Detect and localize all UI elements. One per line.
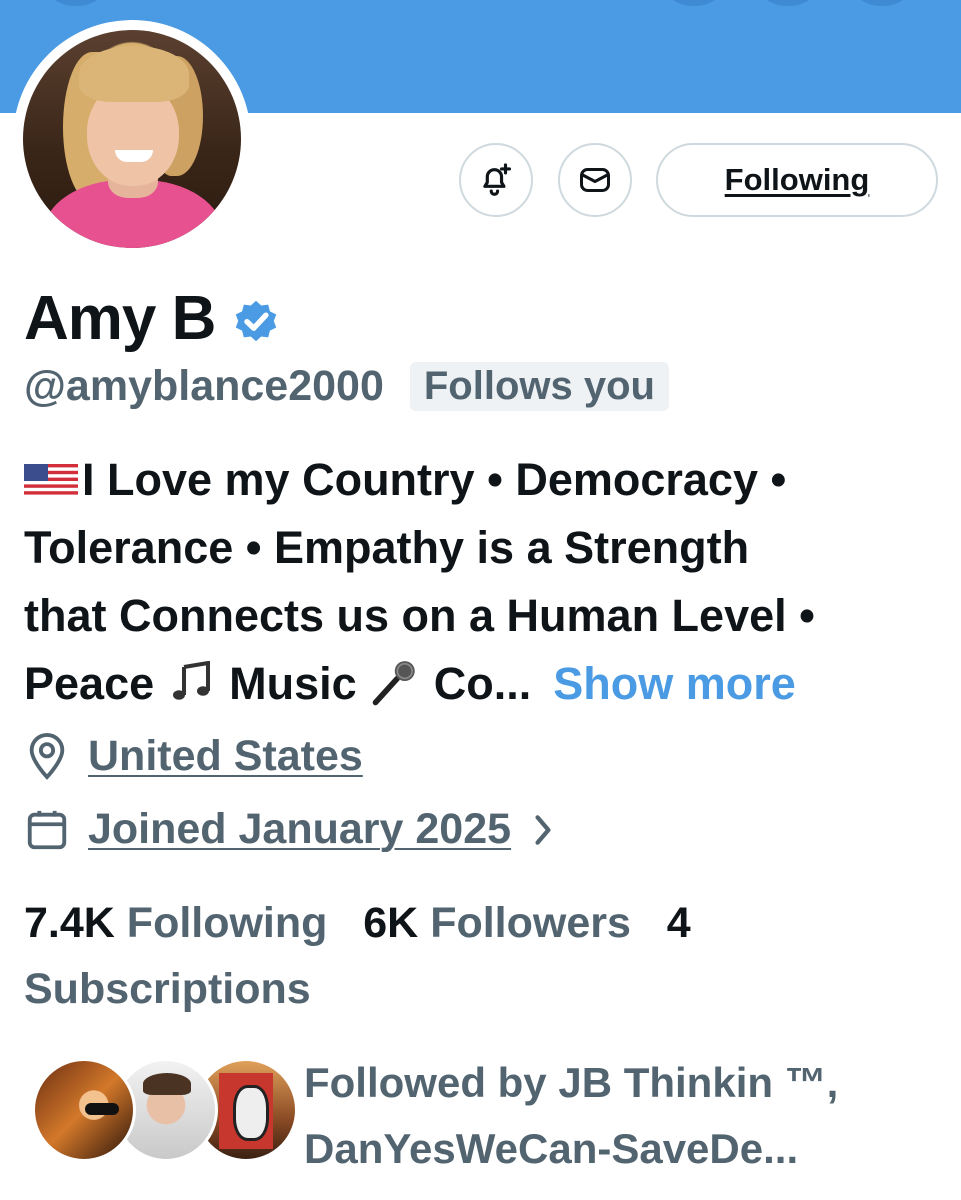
followed-by-row[interactable]: Followed by JB Thinkin ™, DanYesWeCan-Sa… [24,1050,954,1172]
bio-line-1: I Love my Country • Democracy • [82,454,787,505]
location-pin-icon [29,733,65,780]
handle-row: @amyblance2000 Follows you [24,362,669,411]
nav-button-partial[interactable] [50,0,102,6]
follows-you-badge: Follows you [409,362,669,411]
notifications-button[interactable] [459,143,533,217]
following-stat[interactable]: 7.4K Following [24,899,327,947]
location-row: United States [24,731,363,781]
follower-avatar-1 [32,1058,136,1162]
message-button[interactable] [558,143,632,217]
chevron-right-icon [535,814,551,845]
bio-line-3: that Connects us on a Human Level • [24,590,815,641]
joined-date-link[interactable]: Joined January 2025 [88,805,511,854]
us-flag-icon [24,464,78,498]
profile-avatar[interactable] [23,30,241,248]
nav-button-partial[interactable] [762,0,814,6]
verified-badge-icon[interactable] [229,294,283,348]
follow-stats: 7.4K Following 6K Followers 4 Subscriptio… [24,890,924,1022]
username-handle: @amyblance2000 [24,362,384,410]
show-more-link[interactable]: Show more [553,658,796,709]
joined-row[interactable]: Joined January 2025 [24,805,555,854]
bio-line-4-b: Music [229,658,357,709]
nav-button-partial[interactable] [668,0,720,6]
bio-line-4-a: Peace [24,658,155,709]
bell-plus-icon [483,163,512,196]
following-button[interactable]: Following [656,143,938,217]
followed-by-text[interactable]: Followed by JB Thinkin ™, DanYesWeCan-Sa… [304,1050,838,1182]
calendar-icon [27,810,67,849]
profile-bio: I Love my Country • Democracy • Toleranc… [24,446,944,718]
followers-stat[interactable]: 6K Followers [363,899,631,947]
nav-button-partial[interactable] [856,0,908,6]
name-row: Amy B [24,283,283,354]
microphone-icon [372,661,415,706]
envelope-icon [580,168,610,192]
location-link[interactable]: United States [88,732,363,781]
bio-line-2: Tolerance • Empathy is a Strength [24,522,750,573]
display-name: Amy B [24,284,216,353]
music-notes-icon [172,660,210,700]
bio-line-4-c: Co... [433,658,532,709]
